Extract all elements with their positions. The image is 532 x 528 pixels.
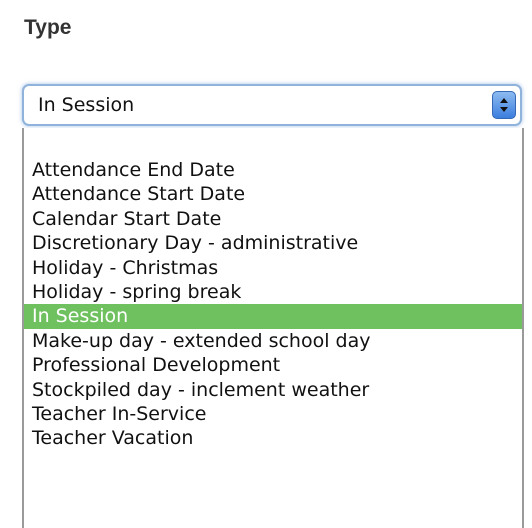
dropdown-option[interactable]: Stockpiled day - inclement weather (24, 378, 522, 402)
dropdown-option[interactable]: Professional Development (24, 353, 522, 377)
dropdown-option[interactable]: Holiday - Christmas (24, 256, 522, 280)
type-label: Type (24, 16, 72, 39)
dropdown-option[interactable]: Attendance Start Date (24, 182, 522, 206)
dropdown-option[interactable]: Attendance End Date (24, 158, 522, 182)
type-select-value: In Session (38, 94, 135, 116)
dropdown-option[interactable]: Make-up day - extended school day (24, 329, 522, 353)
dropdown-option[interactable]: Holiday - spring break (24, 280, 522, 304)
dropdown-option[interactable]: Teacher Vacation (24, 426, 522, 450)
dropdown-option[interactable]: Discretionary Day - administrative (24, 231, 522, 255)
dropdown-option[interactable]: In Session (24, 304, 522, 329)
up-down-chevron-icon[interactable] (492, 91, 516, 119)
type-dropdown-list[interactable]: Attendance End Date Attendance Start Date… (22, 128, 524, 528)
type-select[interactable]: In Session (22, 84, 522, 126)
dropdown-option[interactable]: Teacher In-Service (24, 402, 522, 426)
dropdown-option[interactable]: Calendar Start Date (24, 207, 522, 231)
